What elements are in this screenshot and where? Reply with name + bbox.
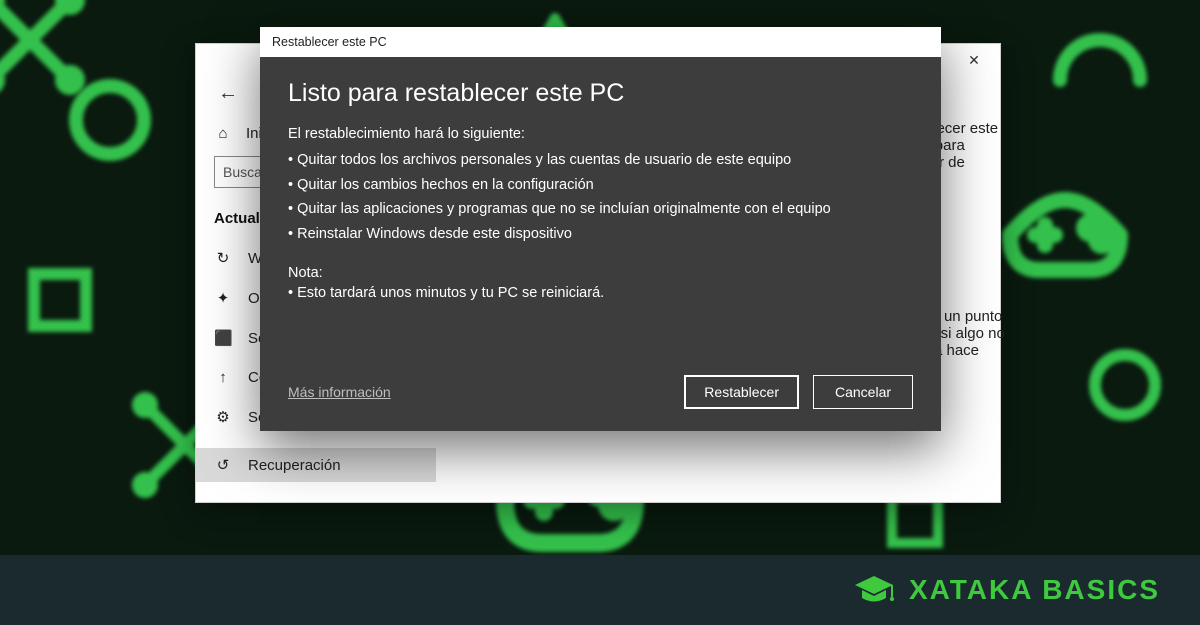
dialog-bullet: Quitar los cambios hechos en la configur… (288, 173, 913, 198)
brand-bar: XATAKA BASICS (0, 555, 1200, 625)
sidebar-item-recovery[interactable]: ↺ Recuperación (196, 448, 436, 482)
optimization-icon: ✦ (214, 289, 232, 307)
dialog-title: Restablecer este PC (272, 35, 387, 49)
wrench-icon: ⚙ (214, 408, 232, 426)
dialog-bullet: Quitar todos los archivos personales y l… (288, 148, 913, 173)
dialog-note-list: Esto tardará unos minutos y tu PC se rei… (288, 281, 913, 306)
back-icon[interactable]: ← (214, 80, 242, 107)
more-info-link[interactable]: Más información (288, 384, 391, 400)
brand-text: XATAKA BASICS (909, 574, 1160, 606)
close-icon[interactable]: ✕ (952, 46, 996, 74)
sidebar-item-label: Recuperación (248, 457, 341, 474)
dialog-titlebar: Restablecer este PC (260, 27, 941, 57)
cancel-button[interactable]: Cancelar (813, 375, 913, 409)
backup-icon: ↑ (214, 369, 232, 386)
reset-button[interactable]: Restablecer (684, 375, 799, 409)
graduation-cap-icon (853, 573, 895, 607)
sync-icon: ↻ (214, 249, 232, 267)
dialog-bullet: Reinstalar Windows desde este dispositiv… (288, 222, 913, 247)
home-icon: ⌂ (214, 125, 232, 142)
dialog-intro: El restablecimiento hará lo siguiente: (288, 126, 913, 142)
dialog-bullet: Quitar las aplicaciones y programas que … (288, 197, 913, 222)
shield-icon: ⬛ (214, 329, 232, 347)
reset-pc-dialog: Restablecer este PC Listo para restablec… (260, 27, 941, 431)
recovery-icon: ↺ (214, 456, 232, 474)
dialog-note-bullet: Esto tardará unos minutos y tu PC se rei… (288, 281, 913, 306)
dialog-heading: Listo para restablecer este PC (288, 79, 913, 108)
dialog-note-label: Nota: (288, 265, 913, 281)
dialog-bullet-list: Quitar todos los archivos personales y l… (288, 148, 913, 247)
